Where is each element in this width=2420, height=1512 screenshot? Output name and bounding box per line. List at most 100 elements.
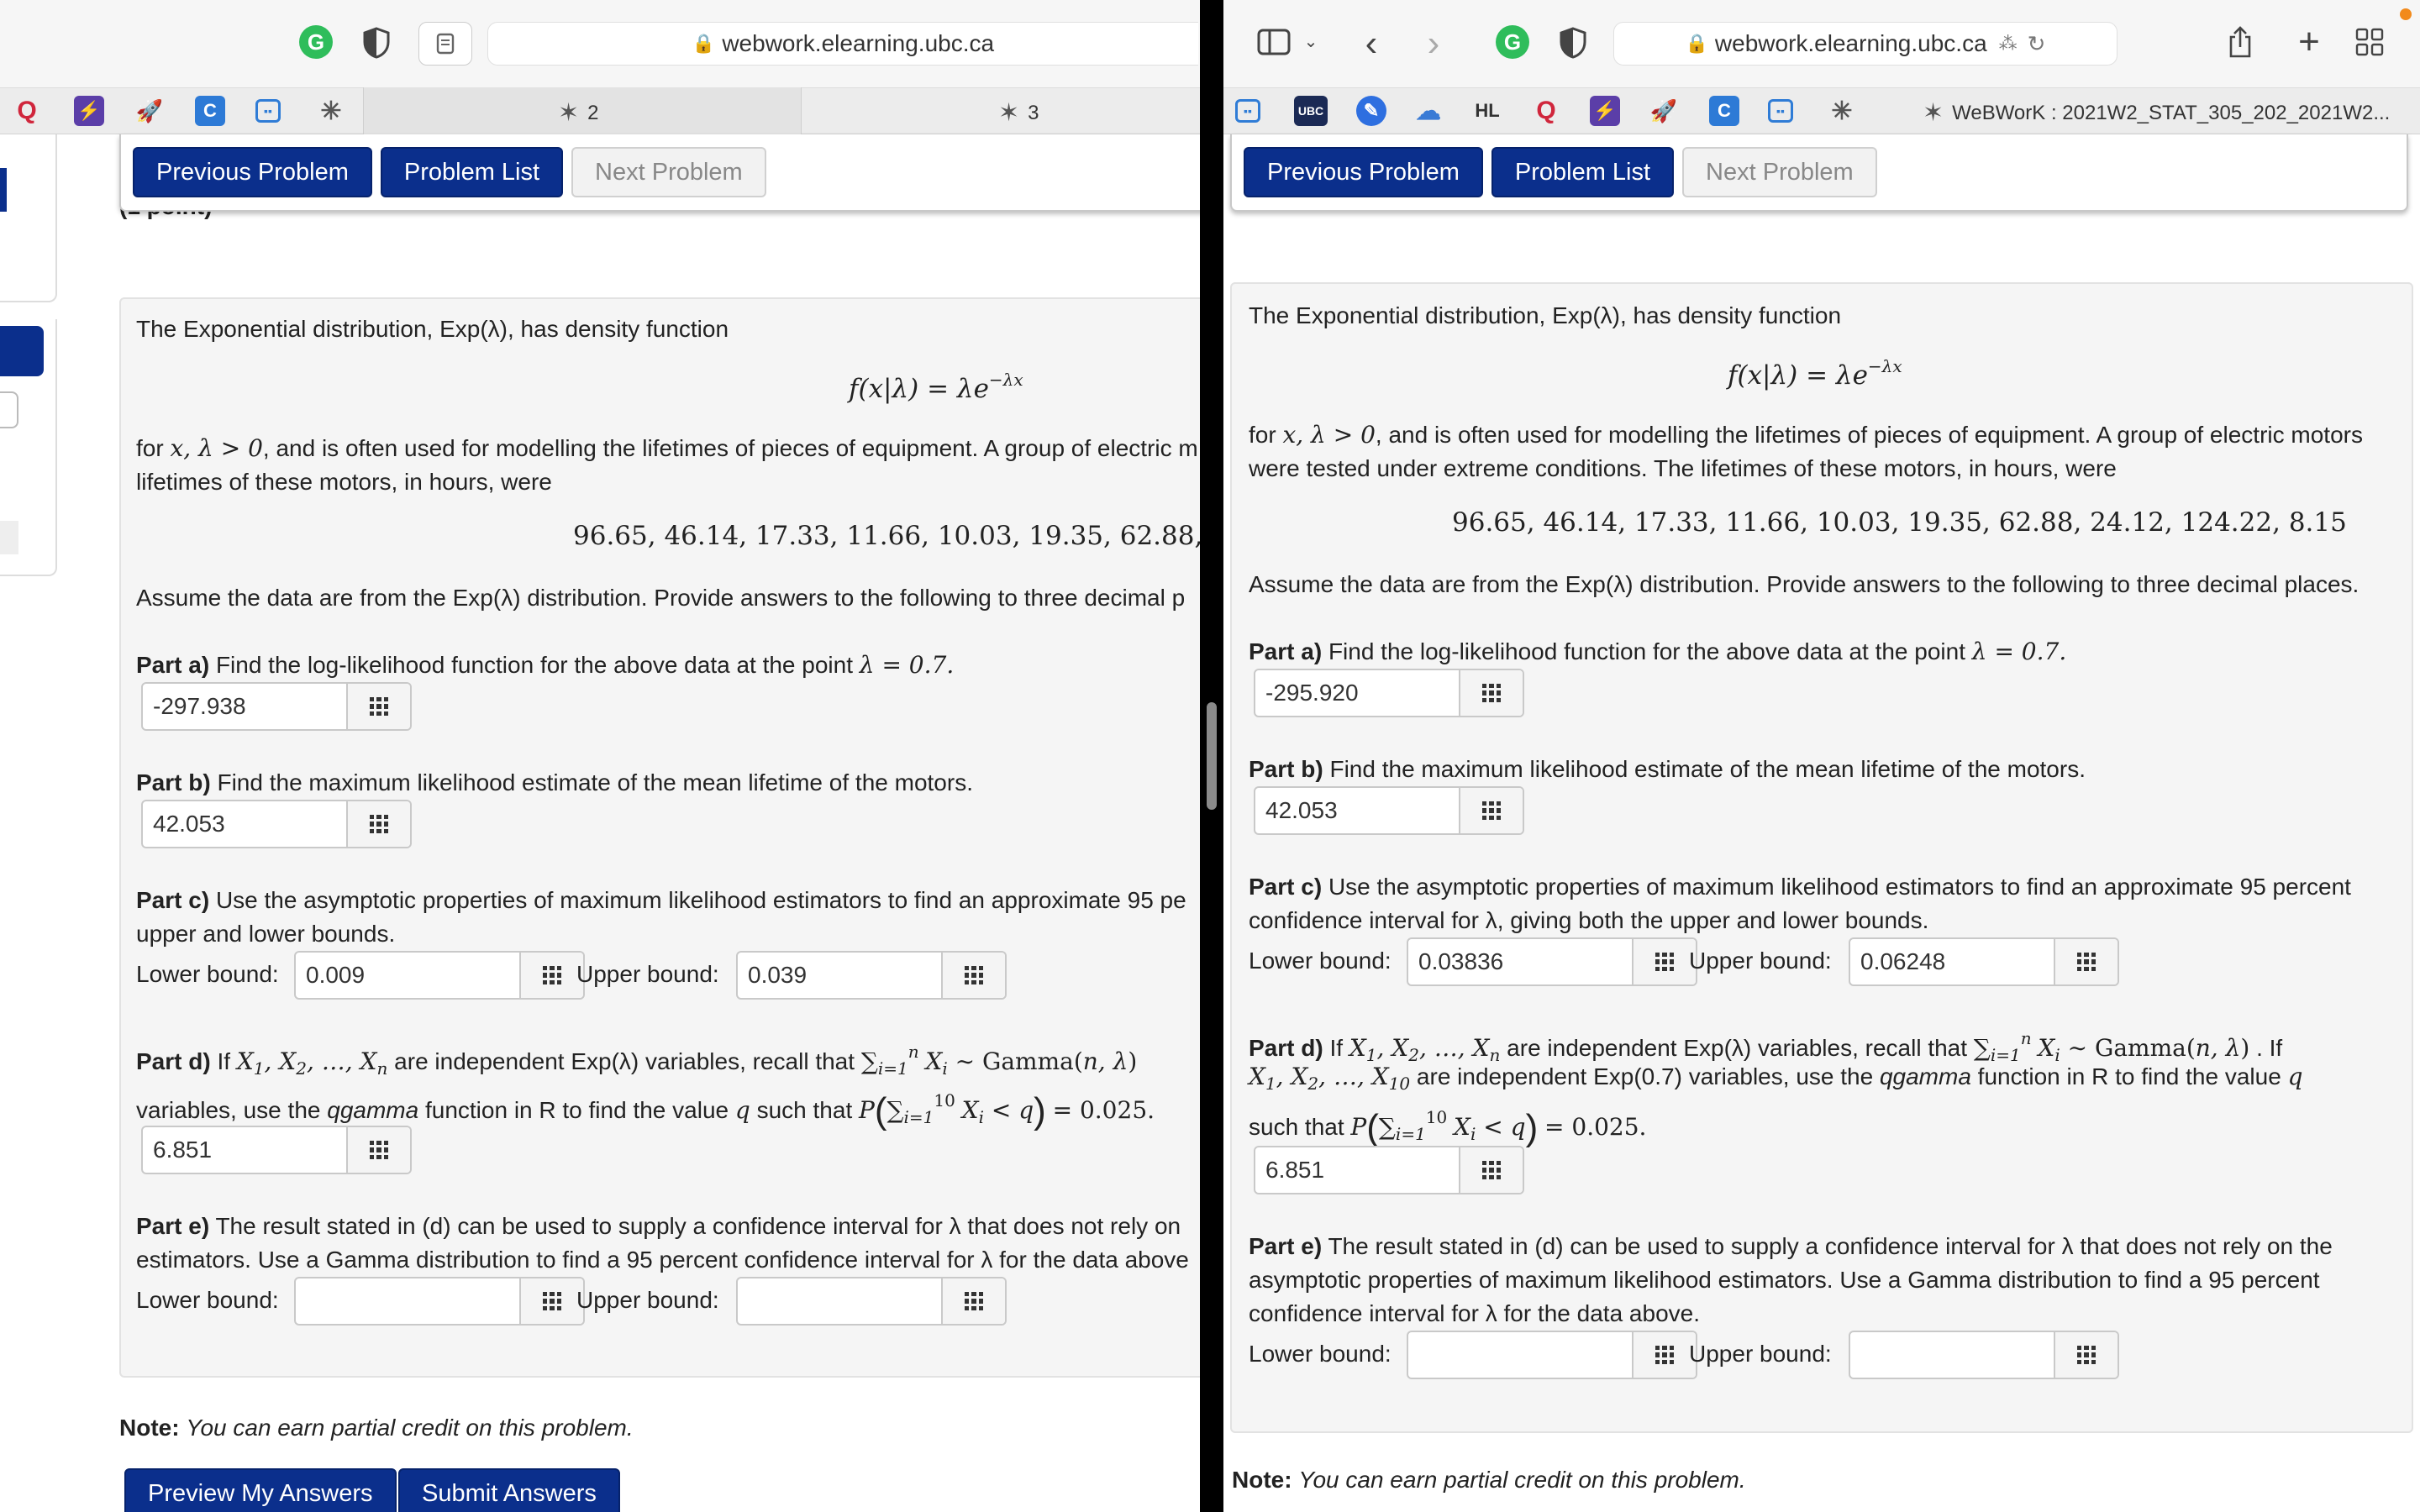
quizlet-icon[interactable]: Q [1531, 96, 1561, 126]
right-part-a: Part a) Find the log-likelihood function… [1249, 638, 2067, 665]
math-editor-icon[interactable] [346, 801, 410, 847]
left-part-c-line2: upper and lower bounds. [136, 921, 396, 947]
grammarly-icon[interactable]: G [299, 25, 333, 59]
next-problem-button[interactable]: Next Problem [571, 147, 766, 197]
math-editor-icon[interactable] [1459, 1147, 1523, 1193]
problem-list-button[interactable]: Problem List [380, 147, 564, 197]
left-part-b: Part b) Find the maximum likelihood esti… [136, 769, 973, 795]
split-view-handle[interactable] [1207, 702, 1217, 810]
rocket-icon[interactable]: 🚀 [134, 96, 165, 126]
lock-icon: 🔒 [1685, 33, 1708, 54]
right-part-e-lower-label: Lower bound: [1249, 1341, 1392, 1367]
right-part-c-upper-input[interactable]: 0.06248 [1849, 937, 2119, 986]
math-editor-icon[interactable] [2054, 939, 2118, 984]
left-note: Note: You can earn partial credit on thi… [119, 1415, 634, 1441]
left-part-e-line1: Part e) The result stated in (d) can be … [136, 1213, 1181, 1239]
webwork-star-icon: ✶ [558, 99, 580, 127]
calendar-icon[interactable]: ▪▪ [1235, 99, 1260, 123]
left-part-d-answer[interactable]: 6.851 [141, 1126, 412, 1174]
chevron-down-icon[interactable]: ⌄ [1301, 29, 1321, 54]
left-part-b-answer[interactable]: 42.053 [141, 800, 412, 848]
right-part-e-upper-input[interactable] [1849, 1331, 2119, 1379]
hl-icon[interactable]: HL [1472, 96, 1502, 126]
math-editor-icon[interactable] [519, 1278, 583, 1324]
left-tab-3[interactable]: ✶ 3 [998, 98, 1039, 128]
problem-list-button[interactable]: Problem List [1491, 147, 1675, 197]
canvas-c-icon[interactable]: C [1709, 96, 1739, 126]
webwork-star-icon[interactable]: ✳ [316, 96, 346, 126]
webwork-star-icon[interactable]: ✳ [1827, 96, 1857, 126]
left-part-d-line1: Part d) If X1, X2, …, Xn are independent… [136, 1042, 1138, 1079]
calendar-icon[interactable]: ▪▪ [255, 99, 281, 123]
previous-problem-button[interactable]: Previous Problem [133, 147, 372, 197]
preview-answers-button[interactable]: Preview My Answers [124, 1468, 397, 1512]
back-arrow-icon[interactable]: ‹ [1353, 22, 1390, 66]
left-part-a-answer[interactable]: -297.938 [141, 682, 412, 731]
right-part-e-line1: Part e) The result stated in (d) can be … [1249, 1233, 2333, 1259]
canvas-c-icon[interactable]: C [195, 96, 225, 126]
new-tab-plus-icon[interactable]: + [2291, 21, 2328, 62]
right-part-d-answer[interactable]: 6.851 [1254, 1146, 1524, 1194]
quizlet-icon[interactable]: Q [12, 96, 42, 126]
reload-icon[interactable]: ↻ [2028, 31, 2046, 57]
left-assume-text: Assume the data are from the Exp(λ) dist… [136, 585, 1186, 611]
bolt-app-icon[interactable]: ⚡ [74, 96, 104, 126]
right-part-d-line3: such that P(∑i=110 Xi < q) = 0.025. [1249, 1107, 1647, 1148]
left-part-c-line1: Part c) Use the asymptotic properties of… [136, 887, 1186, 913]
left-part-e-upper-input[interactable] [736, 1277, 1007, 1326]
right-intro: The Exponential distribution, Exp(λ), ha… [1249, 302, 1842, 328]
math-editor-icon[interactable] [1459, 670, 1523, 716]
reader-view-icon[interactable] [418, 22, 472, 66]
previous-problem-button[interactable]: Previous Problem [1244, 147, 1483, 197]
right-part-e-lower-input[interactable] [1407, 1331, 1697, 1379]
left-part-e-lower-input[interactable] [294, 1277, 585, 1326]
right-part-b-answer[interactable]: 42.053 [1254, 786, 1524, 835]
right-browser-window: ⌄ ‹ › G 🔒 webwork.elearning.ubc.ca ⁂ ↻ +… [1223, 0, 2420, 1512]
math-editor-icon[interactable] [346, 1127, 410, 1173]
left-para1-line2: lifetimes of these motors, in hours, wer… [136, 469, 552, 495]
left-part-c-lower-label: Lower bound: [136, 961, 279, 987]
math-editor-icon[interactable] [941, 1278, 1005, 1324]
math-editor-icon[interactable] [2054, 1332, 2118, 1378]
ubc-icon[interactable]: UBC [1294, 96, 1328, 126]
right-part-e-line3: confidence interval for λ for the data a… [1249, 1300, 1700, 1326]
left-intro: The Exponential distribution, Exp(λ), ha… [136, 316, 729, 342]
left-sidebar-panel-2 [0, 319, 57, 576]
math-editor-icon[interactable] [519, 953, 583, 998]
math-editor-icon[interactable] [346, 684, 410, 729]
left-part-e-lower-label: Lower bound: [136, 1287, 279, 1313]
right-active-tab[interactable]: ✶ WeBWorK : 2021W2_STAT_305_202_2021W2... [1923, 98, 2390, 128]
calendar-icon[interactable]: ▪▪ [1768, 99, 1793, 123]
next-problem-button[interactable]: Next Problem [1682, 147, 1877, 197]
rocket-icon[interactable]: 🚀 [1649, 96, 1679, 126]
submit-answers-button[interactable]: Submit Answers [398, 1468, 620, 1512]
lock-icon: 🔒 [692, 33, 716, 54]
translate-icon[interactable]: ⁂ [1999, 33, 2018, 55]
math-editor-icon[interactable] [1632, 939, 1696, 984]
left-part-c-lower-input[interactable]: 0.009 [294, 951, 585, 1000]
right-part-c-lower-input[interactable]: 0.03836 [1407, 937, 1697, 986]
left-url-bar[interactable]: 🔒 webwork.elearning.ubc.ca [487, 22, 1198, 66]
right-url-bar[interactable]: 🔒 webwork.elearning.ubc.ca ⁂ ↻ [1613, 22, 2118, 66]
privacy-shield-icon[interactable] [363, 27, 390, 59]
math-editor-icon[interactable] [941, 953, 1005, 998]
left-density-formula: f(x|λ) = λe−λx [849, 370, 1023, 404]
math-editor-icon[interactable] [1632, 1332, 1696, 1378]
forward-arrow-icon[interactable]: › [1415, 22, 1452, 66]
sidebar-toggle-icon[interactable] [1257, 25, 1291, 59]
right-part-b: Part b) Find the maximum likelihood esti… [1249, 756, 2086, 782]
left-problem-nav: Previous Problem Problem List Next Probl… [119, 134, 1200, 212]
left-part-e-line2: estimators. Use a Gamma distribution to … [136, 1247, 1189, 1273]
right-part-a-answer[interactable]: -295.920 [1254, 669, 1524, 717]
tab-overview-icon[interactable] [2354, 27, 2385, 57]
left-part-c-upper-input[interactable]: 0.039 [736, 951, 1007, 1000]
left-data-values: 96.65, 46.14, 17.33, 11.66, 10.03, 19.35… [573, 521, 1200, 551]
cloud-icon[interactable]: ☁ [1413, 96, 1444, 126]
math-editor-icon[interactable] [1459, 788, 1523, 833]
grammarly-icon[interactable]: G [1496, 25, 1529, 59]
privacy-shield-icon[interactable] [1560, 27, 1586, 59]
bolt-app-icon[interactable]: ⚡ [1590, 96, 1620, 126]
pen-app-icon[interactable]: ✎ [1356, 96, 1386, 126]
share-icon[interactable] [2223, 24, 2257, 60]
webwork-star-icon: ✶ [1923, 99, 1944, 127]
